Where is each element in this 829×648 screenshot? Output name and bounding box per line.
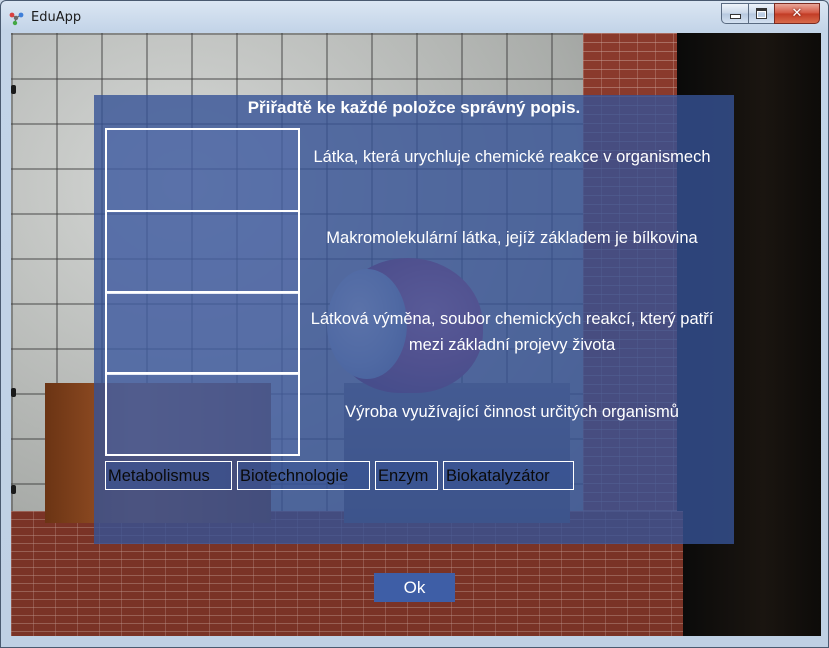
answer-chip-biokatalyzator[interactable]: Biokatalyzátor — [443, 461, 574, 490]
scene-viewport: Přiřadtě ke každé položce správný popis.… — [11, 33, 821, 636]
answer-chip-biotechnologie[interactable]: Biotechnologie — [237, 461, 370, 490]
answer-slot-2[interactable] — [105, 210, 300, 294]
ok-button[interactable]: Ok — [374, 573, 455, 602]
wall-marker — [11, 388, 16, 397]
minimize-button[interactable] — [721, 3, 748, 24]
wall-marker — [11, 485, 16, 494]
maximize-button[interactable] — [748, 3, 774, 24]
window-controls: ✕ — [721, 3, 820, 24]
description-1: Látka, která urychluje chemické reakce v… — [313, 148, 711, 166]
maximize-icon — [756, 8, 767, 19]
app-window: EduApp ✕ Přiřadtě ke každé položce správ — [0, 0, 829, 648]
minimize-icon — [729, 14, 741, 19]
window-title: EduApp — [31, 10, 82, 25]
answer-slot-3[interactable] — [105, 291, 300, 375]
description-3: Látková výměna, soubor chemických reakcí… — [310, 310, 714, 354]
answer-chip-enzym[interactable]: Enzym — [375, 461, 438, 490]
answer-slot-4[interactable] — [105, 372, 300, 456]
wall-marker — [11, 85, 16, 94]
description-4: Výroba využívající činnost určitých orga… — [345, 403, 679, 421]
title-bar[interactable]: EduApp ✕ — [1, 1, 828, 33]
quiz-panel: Přiřadtě ke každé položce správný popis.… — [94, 95, 734, 544]
description-2: Makromolekulární látka, jejíž základem j… — [326, 229, 698, 247]
answer-chip-metabolismus[interactable]: Metabolismus — [105, 461, 232, 490]
close-icon: ✕ — [791, 6, 803, 21]
answer-slot-1[interactable] — [105, 128, 300, 212]
quiz-instruction: Přiřadtě ke každé položce správný popis. — [247, 98, 581, 117]
molecule-icon — [9, 12, 24, 26]
close-button[interactable]: ✕ — [774, 3, 820, 24]
